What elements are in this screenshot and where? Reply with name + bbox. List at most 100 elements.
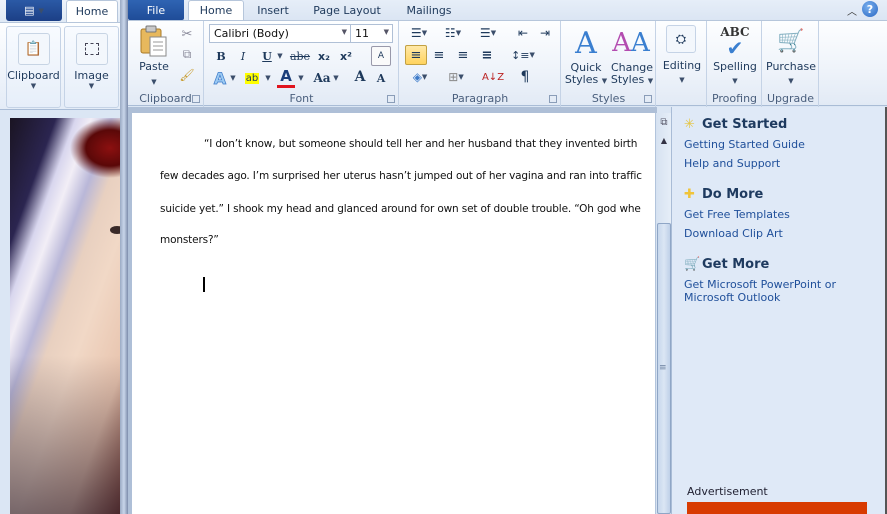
document-line[interactable]: suicide yet.” I shook my head and glance… (160, 203, 641, 215)
paint-ribbon: 📋 Clipboard ▼ Image ▼ (0, 22, 128, 110)
help-icon[interactable]: ? (862, 1, 878, 17)
scissors-icon[interactable]: ✂ (178, 25, 196, 43)
chevron-down-icon[interactable]: ▼ (134, 76, 174, 88)
scroll-up-icon[interactable]: ▲ (657, 133, 671, 147)
chevron-down-icon[interactable]: ▼ (264, 68, 272, 88)
shrink-font-button[interactable]: A (373, 69, 389, 87)
align-center-button[interactable]: ≡ (429, 45, 449, 65)
change-styles-button[interactable]: Change Styles ▼ (608, 62, 656, 87)
advertisement-banner[interactable] (687, 502, 867, 514)
tab-insert[interactable]: Insert (248, 0, 298, 20)
chevron-down-icon: ▼ (383, 28, 389, 36)
document-line[interactable]: monsters?” (160, 234, 219, 246)
purchase-button[interactable]: Purchase (763, 61, 819, 73)
binoculars-icon[interactable]: ⛭ (666, 25, 696, 53)
shading-button[interactable]: ◈ ▼ (406, 67, 434, 87)
numbering-button[interactable]: ☷ ▼ (440, 24, 466, 42)
dialog-launcher-icon[interactable] (192, 95, 200, 103)
section-title-do-more: Do More (702, 187, 764, 202)
canvas-photo[interactable] (10, 118, 124, 514)
tab-file[interactable]: File (128, 0, 184, 20)
align-right-button[interactable]: ≡ (453, 45, 473, 65)
minimize-ribbon-icon[interactable]: ︿ (847, 3, 857, 18)
paint-app-menu-button[interactable]: ▤ ▼ (6, 0, 62, 21)
window-edge (120, 0, 128, 514)
dialog-launcher-icon[interactable] (549, 95, 557, 103)
grow-font-button[interactable]: A (351, 67, 369, 87)
chevron-down-icon[interactable]: ▼ (229, 68, 237, 88)
paste-icon[interactable] (136, 25, 172, 57)
editing-button[interactable]: Editing (657, 60, 707, 72)
group-styles: A Quick Styles ▼ AA Change Styles ▼ Styles (562, 21, 656, 107)
tab-page-layout[interactable]: Page Layout (306, 0, 388, 20)
subscript-button[interactable]: x₂ (315, 47, 333, 65)
align-left-button[interactable]: ≡ (405, 45, 427, 65)
paint-image-button[interactable]: Image ▼ (64, 26, 119, 108)
document-line[interactable]: few decades ago. I’m surprised her uteru… (160, 170, 642, 182)
document-line[interactable]: “I don’t know, but someone should tell h… (204, 138, 637, 150)
link-get-free-templates[interactable]: Get Free Templates (684, 208, 879, 221)
dialog-launcher-icon[interactable] (387, 95, 395, 103)
paste-button[interactable]: Paste (134, 61, 174, 73)
quick-styles-label-2: Styles (564, 73, 599, 86)
italic-button[interactable]: I (235, 47, 251, 65)
justify-button[interactable]: ≡ (477, 45, 497, 65)
chevron-down-icon[interactable]: ▼ (332, 68, 340, 88)
text-effects-button[interactable]: A (211, 68, 229, 88)
clear-formatting-button[interactable]: A (371, 46, 391, 66)
paint-image-label: Image (74, 69, 109, 82)
word-window: File Home Insert Page Layout Mailings ︿ … (128, 0, 887, 514)
group-label-styles: Styles (591, 92, 626, 105)
bold-button[interactable]: B (213, 47, 229, 65)
change-case-button[interactable]: Aa (311, 68, 333, 88)
spelling-button[interactable]: Spelling (708, 61, 762, 73)
link-get-powerpoint-outlook[interactable]: Get Microsoft PowerPoint or Microsoft Ou… (684, 278, 879, 304)
sort-button[interactable]: A↓Z (482, 67, 504, 87)
tab-mailings[interactable]: Mailings (396, 0, 462, 20)
photo-shadow (10, 118, 120, 514)
font-size-combo[interactable]: 11 ▼ (350, 24, 393, 43)
change-styles-icon[interactable]: AA (610, 25, 652, 61)
line-spacing-button[interactable]: ↕≡ ▼ (510, 45, 536, 65)
dialog-launcher-icon[interactable] (644, 95, 652, 103)
chevron-down-icon[interactable]: ▼ (763, 75, 819, 87)
borders-button[interactable]: ⊞ ▼ (442, 67, 470, 87)
show-formatting-button[interactable]: ¶ (516, 67, 534, 87)
paint-clipboard-button[interactable]: 📋 Clipboard ▼ (6, 26, 61, 108)
highlight-button[interactable]: ab (241, 68, 263, 88)
bullets-button[interactable]: ☰ ▼ (406, 24, 432, 42)
link-help-and-support[interactable]: Help and Support (684, 157, 879, 170)
superscript-button[interactable]: x² (337, 47, 355, 65)
brush-icon[interactable]: 🖌 (178, 66, 196, 84)
increase-indent-icon[interactable]: ⇥ (536, 24, 554, 42)
quick-styles-button[interactable]: Quick Styles ▼ (562, 62, 610, 87)
document-page[interactable]: “I don’t know, but someone should tell h… (132, 113, 657, 514)
checkmark-icon: ✔ (726, 36, 744, 60)
chevron-down-icon[interactable]: ▼ (276, 47, 284, 65)
chevron-down-icon[interactable]: ▼ (657, 74, 707, 86)
cart-icon: 🛒 (684, 257, 701, 272)
link-download-clip-art[interactable]: Download Clip Art (684, 227, 879, 240)
split-view-icon[interactable]: ⧉ (657, 113, 671, 131)
font-name-value: Calibri (Body) (214, 27, 289, 40)
chevron-down-icon: ▼ (455, 29, 462, 37)
font-color-button[interactable]: A (277, 66, 295, 88)
ribbon-tab-bar: File Home Insert Page Layout Mailings ︿ … (128, 0, 887, 20)
cart-globe-icon[interactable]: 🛒 (773, 25, 809, 57)
font-name-combo[interactable]: Calibri (Body) ▼ (209, 24, 351, 43)
decrease-indent-icon[interactable]: ⇤ (514, 24, 532, 42)
quick-styles-icon[interactable]: A (566, 25, 606, 61)
multilevel-list-button[interactable]: ☰ ▼ (474, 24, 502, 42)
tab-home[interactable]: Home (188, 0, 244, 20)
vertical-scrollbar[interactable]: ⧉ ▲ ≡ (655, 113, 671, 514)
chevron-down-icon[interactable]: ▼ (297, 68, 305, 88)
grip-icon: ≡ (659, 363, 667, 373)
strikethrough-button[interactable]: abe (289, 47, 311, 65)
copy-icon[interactable]: ⧉ (178, 45, 196, 63)
chevron-down-icon[interactable]: ▼ (708, 75, 762, 87)
underline-button[interactable]: U (259, 47, 275, 65)
paint-tab-home[interactable]: Home (66, 0, 118, 22)
chevron-down-icon: ▼ (601, 77, 608, 85)
spelling-icon[interactable]: ABC ✔ (714, 23, 756, 59)
link-getting-started-guide[interactable]: Getting Started Guide (684, 138, 879, 151)
